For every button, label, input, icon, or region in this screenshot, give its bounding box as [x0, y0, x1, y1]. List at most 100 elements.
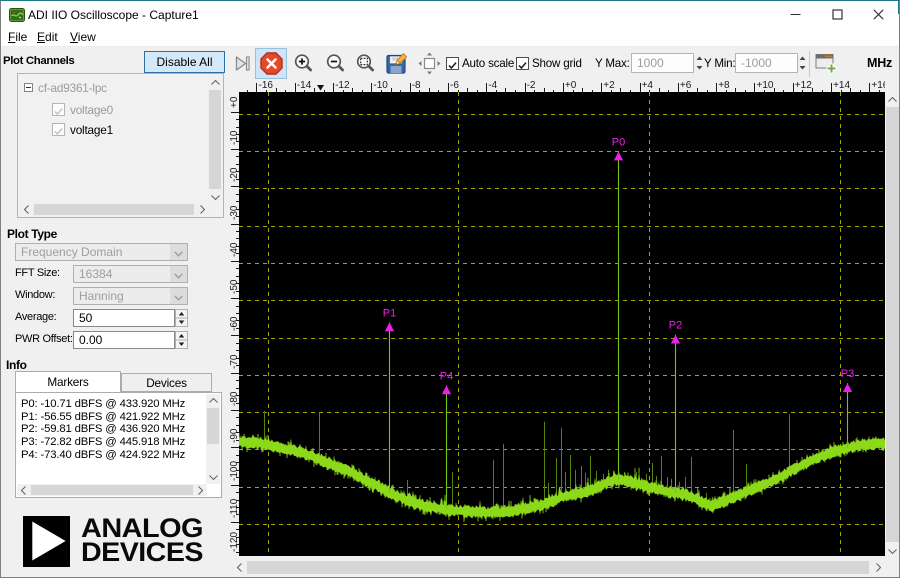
zoom-out-button zoom-out-icon[interactable]: [325, 53, 346, 74]
field-average--input[interactable]: 50: [73, 309, 175, 327]
scrollbar-thumb[interactable]: [34, 204, 194, 215]
spur-spikes: [264, 410, 790, 511]
field-label-window-: Window:: [15, 289, 56, 301]
marker-arrow-icon[interactable]: [441, 385, 452, 395]
minimize-button[interactable]: [774, 1, 816, 28]
scroll-up-icon[interactable]: [208, 75, 222, 89]
zoom-in-button zoom-in-icon[interactable]: [293, 53, 314, 74]
scrollbar-thumb[interactable]: [31, 485, 193, 495]
scroll-left-icon[interactable]: [19, 203, 33, 216]
unit-label: MHz: [867, 56, 893, 70]
marker-arrow-icon[interactable]: [842, 383, 853, 392]
y-min-label: Y Min:: [704, 57, 736, 70]
menu-edit[interactable]: Edit: [37, 30, 58, 44]
scrollbar-thumb[interactable]: [247, 561, 869, 574]
marker-arrow-icon[interactable]: [384, 322, 395, 332]
auto-scale-checkbox[interactable]: [446, 57, 459, 70]
list-vscrollbar[interactable]: [206, 394, 220, 484]
show-grid-checkbox[interactable]: [516, 57, 529, 70]
y-tick: [231, 224, 239, 225]
collapse-icon[interactable]: [24, 83, 33, 92]
plot-channels-tree: cf-ad9361-lpc voltage0 voltage1: [17, 73, 224, 218]
channel-label-voltage0[interactable]: voltage0: [70, 103, 113, 117]
x-tick-label: +8: [718, 80, 730, 91]
menu-view[interactable]: View: [70, 30, 96, 44]
y-tick-label: +0: [229, 96, 239, 108]
y-max-input[interactable]: 1000: [631, 53, 694, 73]
y-tick-label: -40: [229, 242, 239, 257]
scroll-up-icon[interactable]: [885, 92, 899, 106]
marker-arrow-icon[interactable]: [613, 151, 624, 161]
y-ruler: +0 -10 -20 -30 -40 -50 -60 -70 -80 -90 -100 -110 -12…: [228, 92, 239, 556]
menu-file[interactable]: File: [8, 30, 27, 44]
y-tick: [231, 149, 239, 150]
tree-vscrollbar[interactable]: [208, 75, 222, 204]
scroll-left-icon[interactable]: [232, 560, 246, 575]
x-tick-label: +2: [603, 80, 615, 91]
scroll-down-icon[interactable]: [208, 190, 222, 204]
field-average--spinner[interactable]: [175, 309, 188, 327]
field-window--select[interactable]: Hanning: [73, 287, 188, 305]
menu-bar: File Edit View: [1, 28, 899, 47]
check-icon: [448, 62, 457, 70]
field-pwr-offset--spinner[interactable]: [175, 331, 188, 349]
scrollbar-thumb[interactable]: [886, 107, 899, 542]
list-hscrollbar[interactable]: [17, 484, 207, 496]
x-tick-label: +0: [564, 80, 577, 91]
marker-label: P2: [669, 320, 682, 332]
info-title: Info: [6, 358, 27, 372]
disable-all-button[interactable]: Disable All: [144, 51, 225, 73]
plot-area[interactable]: P0 P1 P2 P3 P4: [239, 92, 885, 556]
maximize-button[interactable]: [816, 1, 858, 28]
tab-markers[interactable]: Markers: [15, 371, 121, 392]
tab-devices[interactable]: Devices: [121, 373, 212, 392]
scroll-right-icon[interactable]: [194, 484, 207, 496]
marker-arrow-icon[interactable]: [670, 334, 681, 344]
scroll-right-icon[interactable]: [871, 560, 885, 575]
field-pwr-offset--input[interactable]: 0.00: [73, 331, 175, 349]
logo-triangle-mark: [23, 516, 70, 567]
y-tick: [231, 186, 239, 187]
move-button move-icon[interactable]: [418, 52, 441, 75]
y-tick-label: -20: [229, 167, 239, 183]
y-max-spinner[interactable]: [695, 54, 704, 72]
tree-device-label[interactable]: cf-ad9361-lpc: [38, 81, 107, 95]
marker-readout: P1: -56.55 dBFS @ 421.922 MHz: [21, 410, 186, 423]
chevron-down-icon: [170, 288, 187, 304]
scrollbar-thumb[interactable]: [207, 408, 219, 444]
channel-checkbox-voltage0[interactable]: [52, 103, 65, 116]
field-label-pwr-offset-: PWR Offset:: [15, 333, 73, 345]
close-button[interactable]: [857, 1, 899, 28]
field-value: 50: [79, 311, 93, 325]
y-tick: [231, 522, 239, 523]
scrollbar-thumb[interactable]: [209, 90, 221, 189]
scroll-down-icon[interactable]: [206, 471, 220, 484]
x-tick-label: +12: [794, 80, 812, 91]
channel-label-voltage1[interactable]: voltage1: [70, 123, 113, 137]
save-button save-icon[interactable]: [386, 53, 408, 75]
scroll-right-icon[interactable]: [195, 203, 209, 216]
scroll-down-icon[interactable]: [885, 544, 899, 558]
field-fft-size--select[interactable]: 16384: [73, 265, 188, 283]
y-min-input[interactable]: -1000: [735, 53, 798, 73]
capture-stop-button[interactable]: [255, 48, 287, 79]
scroll-up-icon[interactable]: [206, 394, 220, 407]
channel-checkbox-voltage1[interactable]: [52, 123, 65, 136]
plot-type-select[interactable]: Frequency Domain: [15, 243, 188, 261]
plot-hscrollbar[interactable]: [232, 560, 885, 575]
scroll-left-icon[interactable]: [17, 484, 30, 496]
x-tick: [563, 83, 564, 92]
marker-readout: P3: -72.82 dBFS @ 445.918 MHz: [21, 436, 186, 449]
x-tick: [486, 83, 487, 92]
close-icon: [872, 9, 884, 20]
y-tick: [231, 485, 239, 486]
zoom-fit-button zoom-fit-icon[interactable]: [355, 53, 376, 74]
plot-vscrollbar[interactable]: [885, 92, 899, 558]
maximize-icon: [831, 9, 843, 20]
new-plot-button new-plot-icon[interactable]: [815, 53, 837, 74]
tree-hscrollbar[interactable]: [19, 203, 209, 216]
y-tick-label: -50: [229, 279, 239, 295]
y-min-spinner[interactable]: [798, 54, 807, 72]
y-tick: [231, 410, 239, 411]
capture-play-button skip-forward-icon[interactable]: [234, 55, 251, 72]
